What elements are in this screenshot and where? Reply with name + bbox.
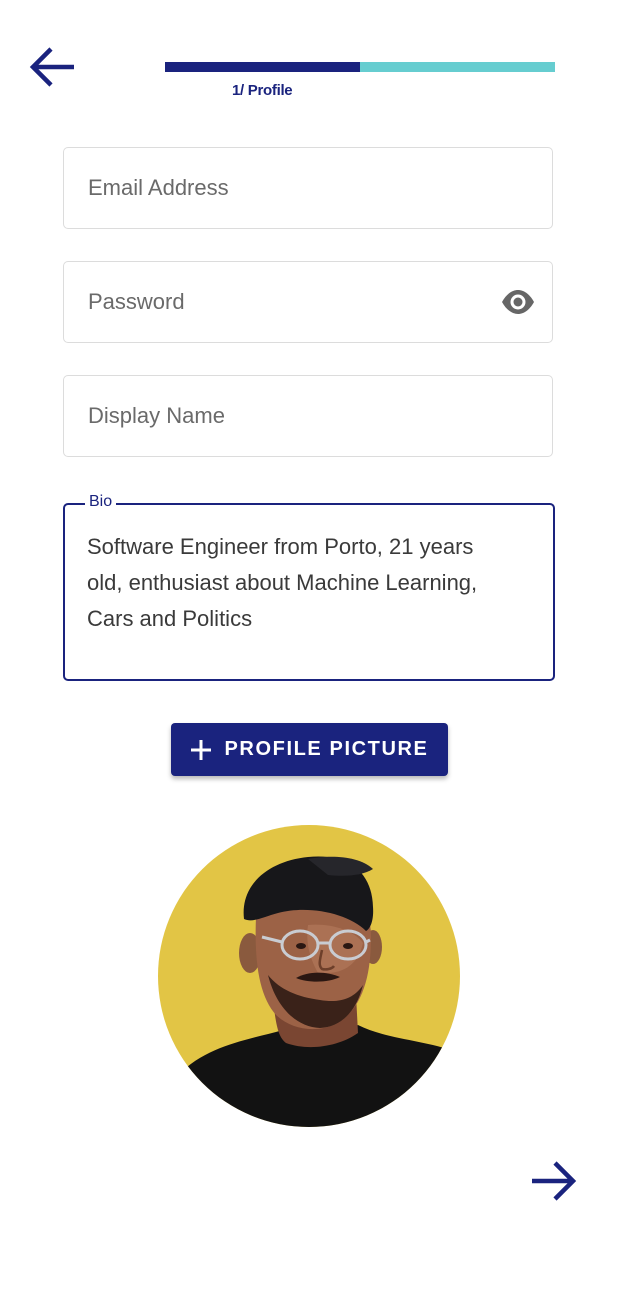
progress-fill	[165, 62, 360, 72]
email-input[interactable]	[64, 148, 552, 228]
avatar	[158, 825, 460, 1127]
arrow-left-icon	[29, 47, 74, 87]
add-profile-picture-label: PROFILE PICTURE	[224, 738, 429, 760]
bio-text[interactable]: Software Engineer from Porto, 21 years o…	[87, 529, 533, 637]
progress-remaining	[360, 62, 555, 72]
progress-bar	[165, 62, 555, 72]
plus-icon	[190, 739, 212, 761]
toggle-password-visibility-button[interactable]	[500, 287, 536, 317]
profile-photo	[158, 825, 460, 1127]
add-profile-picture-button[interactable]: PROFILE PICTURE	[171, 723, 448, 776]
email-field	[63, 147, 553, 229]
eye-icon	[502, 290, 534, 314]
bio-label: Bio	[85, 492, 117, 512]
back-button[interactable]	[24, 40, 80, 94]
password-field	[63, 261, 553, 343]
password-input[interactable]	[64, 262, 552, 342]
display-name-input[interactable]	[64, 376, 552, 456]
arrow-right-icon	[532, 1161, 577, 1201]
step-label: 1/ Profile	[232, 82, 293, 99]
display-name-field	[63, 375, 553, 457]
bio-field[interactable]: Bio Software Engineer from Porto, 21 yea…	[63, 492, 555, 681]
next-button[interactable]	[524, 1153, 584, 1209]
